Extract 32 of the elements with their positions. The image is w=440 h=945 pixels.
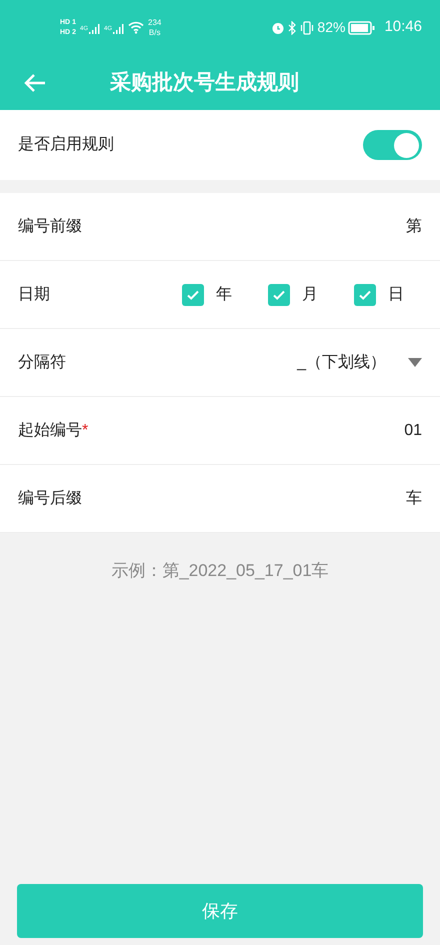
field-value[interactable]: 01 [404, 418, 422, 442]
checkbox[interactable] [182, 284, 204, 306]
toggle-label: 是否启用规则 [18, 134, 114, 155]
battery-icon [348, 20, 376, 34]
field-label: 分隔符 [18, 352, 66, 372]
back-arrow-icon[interactable] [24, 72, 46, 92]
alarm-icon [271, 20, 286, 34]
field-value[interactable]: 第 [406, 214, 422, 238]
checkbox-label: 年 [216, 284, 232, 304]
dropdown-caret-icon[interactable] [408, 358, 422, 368]
field-label: 编号后缀 [18, 488, 82, 508]
vibrate-icon [300, 20, 314, 34]
checkbox-label: 日 [388, 284, 404, 304]
checkbox-label: 月 [302, 284, 318, 304]
speed-unit: B/s [148, 28, 160, 38]
checkbox[interactable] [354, 284, 376, 306]
clock-time: 10:46 [384, 17, 422, 38]
signal-icon [112, 22, 124, 34]
bluetooth-icon [288, 20, 298, 34]
page-title: 采购批次号生成规则 [110, 70, 299, 96]
checkbox[interactable] [268, 284, 290, 306]
field-label: 起始编号* [18, 420, 88, 440]
field-label: 编号前缀 [18, 216, 82, 236]
select-value[interactable]: _（下划线） [297, 350, 386, 374]
signal-icon [88, 22, 100, 34]
field-label: 日期 [18, 284, 50, 304]
toggle-switch[interactable] [363, 130, 422, 160]
field-value[interactable]: 车 [406, 486, 422, 510]
example-text: 示例：第_2022_05_17_01车 [111, 560, 329, 582]
wifi-icon [128, 21, 144, 34]
speed-value: 234 [148, 18, 162, 28]
battery-percent: 82% [317, 18, 346, 37]
